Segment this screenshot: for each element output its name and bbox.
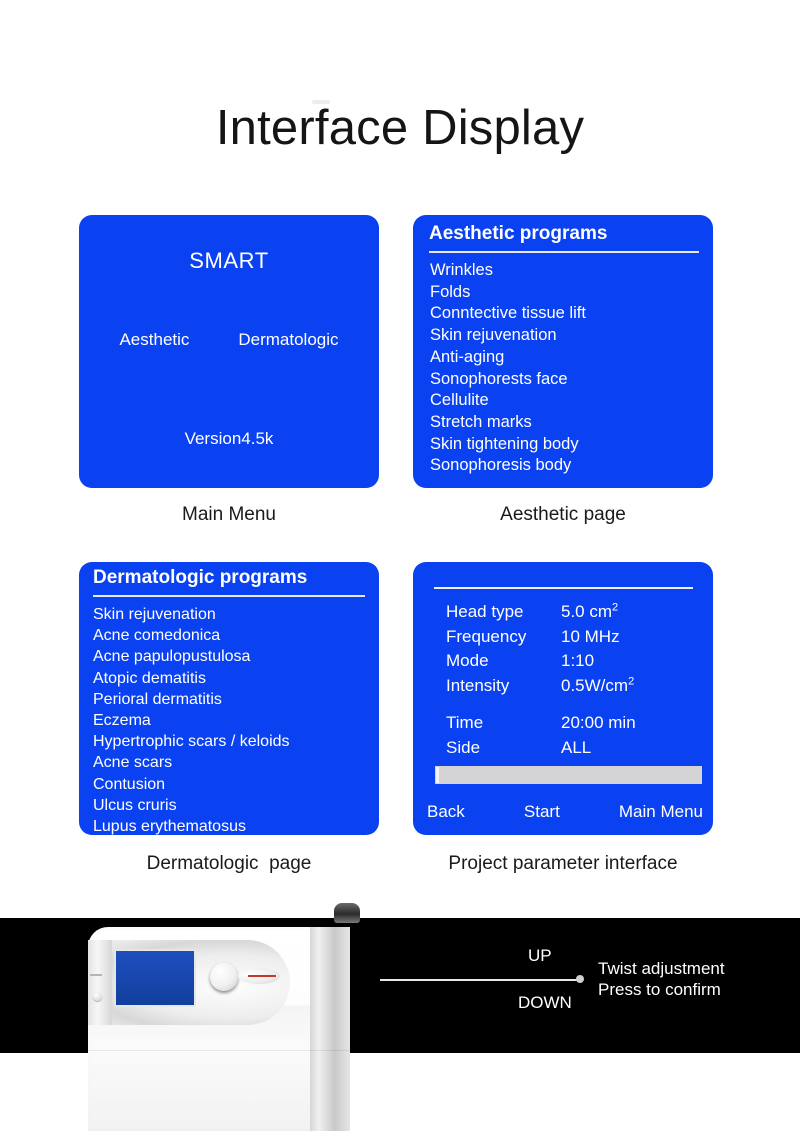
parameter-label: Frequency: [446, 626, 527, 646]
aesthetic-list-item[interactable]: Sonophoresis body: [430, 455, 703, 477]
aesthetic-list-item[interactable]: Stretch marks: [430, 412, 703, 434]
screen-aesthetic: Aesthetic programs Wrinkles Folds Conntec…: [413, 215, 713, 488]
parameter-row[interactable]: Side ALL: [446, 736, 699, 761]
parameter-value: ALL: [561, 737, 592, 757]
dermatologic-list-item[interactable]: Eczema: [93, 710, 369, 731]
dermatologic-list-item[interactable]: Contusion: [93, 774, 369, 795]
version-label: Version4.5k: [184, 429, 274, 448]
caption-aesthetic-page: Aesthetic page: [500, 504, 626, 525]
device-dash-mark: [90, 974, 102, 976]
parameter-row[interactable]: Mode 1:10: [446, 649, 699, 674]
caption-parameter-interface: Project parameter interface: [448, 853, 678, 874]
device-seam: [88, 1050, 350, 1051]
back-button[interactable]: Back: [427, 802, 465, 822]
dermatologic-list-item[interactable]: Acne papulopustulosa: [93, 646, 369, 667]
parameter-value: 5.0 cm2: [561, 601, 619, 621]
aesthetic-list-item[interactable]: Skin rejuvenation: [430, 325, 703, 347]
progress-bar[interactable]: [435, 766, 702, 784]
dermatologic-header: Dermatologic programs: [93, 567, 365, 597]
dermatologic-list-item[interactable]: Acne comedonica: [93, 625, 369, 646]
page-title: Interface Display: [215, 101, 585, 155]
caption-main-menu: Main Menu: [182, 504, 276, 525]
menu-option-dermatologic[interactable]: Dermatologic: [238, 330, 338, 350]
callout-leader-dot: [576, 975, 584, 983]
label-up: UP: [528, 946, 552, 965]
parameter-label: Time: [446, 713, 484, 732]
parameter-row[interactable]: Frequency 10 MHz: [446, 625, 699, 650]
label-down: DOWN: [518, 993, 572, 1012]
aesthetic-list-item[interactable]: Sonophorests face: [430, 369, 703, 391]
parameter-spacer: [446, 698, 699, 711]
dermatologic-list-item[interactable]: Ulcus cruris: [93, 795, 369, 816]
device-left-strip: [88, 940, 112, 1025]
aesthetic-list-item[interactable]: Wrinkles: [430, 260, 703, 282]
main-menu-options: Aesthetic Dermatologic: [79, 330, 379, 350]
aesthetic-list-item[interactable]: Anti-aging: [430, 347, 703, 369]
aesthetic-list-item[interactable]: Cellulite: [430, 390, 703, 412]
parameter-value: 10 MHz: [561, 626, 620, 646]
device-rotary-knob: [210, 963, 238, 991]
dermatologic-program-list: Skin rejuvenation Acne comedonica Acne pap…: [93, 604, 369, 835]
device-top-cap: [334, 903, 360, 923]
parameter-header-rule: [434, 587, 693, 589]
parameter-label: Mode: [446, 651, 489, 670]
parameter-grid: Head type 5.0 cm2 Frequency 10 MHz Mode 1:10…: [446, 600, 699, 760]
dermatologic-list-item[interactable]: Atopic dematitis: [93, 668, 369, 689]
callout-line-2: Press to confirm: [598, 980, 721, 999]
aesthetic-list-item[interactable]: Skin tightening body: [430, 434, 703, 456]
dermatologic-list-item[interactable]: Lupus erythematosus: [93, 816, 369, 835]
parameter-value: 20:00 min: [561, 713, 636, 732]
smart-title: SMART: [189, 248, 269, 273]
menu-option-aesthetic[interactable]: Aesthetic: [119, 330, 189, 350]
parameter-value-superscript: 2: [612, 601, 619, 614]
aesthetic-list-item[interactable]: Folds: [430, 282, 703, 304]
aesthetic-program-list: Wrinkles Folds Conntective tissue lift Ski…: [430, 260, 703, 477]
callout-text: Twist adjustment Press to confirm: [598, 958, 725, 1000]
main-menu-button[interactable]: Main Menu: [619, 802, 703, 822]
callout-leader-line: [380, 979, 578, 981]
dermatologic-list-item[interactable]: Perioral dermatitis: [93, 689, 369, 710]
screen-dermatologic: Dermatologic programs Skin rejuvenation A…: [79, 562, 379, 835]
aesthetic-header: Aesthetic programs: [429, 223, 699, 253]
aesthetic-list-item[interactable]: Conntective tissue lift: [430, 303, 703, 325]
parameter-row[interactable]: Time 20:00 min: [446, 711, 699, 736]
parameter-label: Side: [446, 737, 481, 757]
device-lcd-screen: [114, 949, 196, 1007]
device-power-button: [93, 992, 102, 1001]
dermatologic-list-item[interactable]: Skin rejuvenation: [93, 604, 369, 625]
parameter-value: 0.5W/cm2: [561, 674, 635, 695]
screen-parameters: Head type 5.0 cm2 Frequency 10 MHz Mode 1:10…: [413, 562, 713, 835]
parameter-row[interactable]: Head type 5.0 cm2: [446, 600, 699, 625]
progress-bar-fill: [436, 767, 439, 783]
parameter-value: 1:10: [561, 651, 595, 670]
callout-line-1: Twist adjustment: [598, 959, 725, 978]
device-side-column: [310, 927, 350, 1131]
parameter-value-superscript: 2: [628, 674, 635, 687]
screen-main-menu: SMART Aesthetic Dermatologic Version4.5k: [79, 215, 379, 488]
parameter-label: Intensity: [446, 675, 510, 695]
device-badge-line: [248, 975, 276, 977]
start-button[interactable]: Start: [524, 802, 560, 822]
dermatologic-list-item[interactable]: Acne scars: [93, 752, 369, 773]
caption-dermatologic-page: Dermatologic page: [146, 853, 312, 874]
device-photo: [0, 900, 400, 1131]
parameter-button-row: Back Start Main Menu: [427, 802, 703, 822]
dermatologic-list-item[interactable]: Hypertrophic scars / keloids: [93, 731, 369, 752]
parameter-row[interactable]: Intensity 0.5W/cm2: [446, 674, 699, 699]
parameter-label: Head type: [446, 602, 524, 621]
